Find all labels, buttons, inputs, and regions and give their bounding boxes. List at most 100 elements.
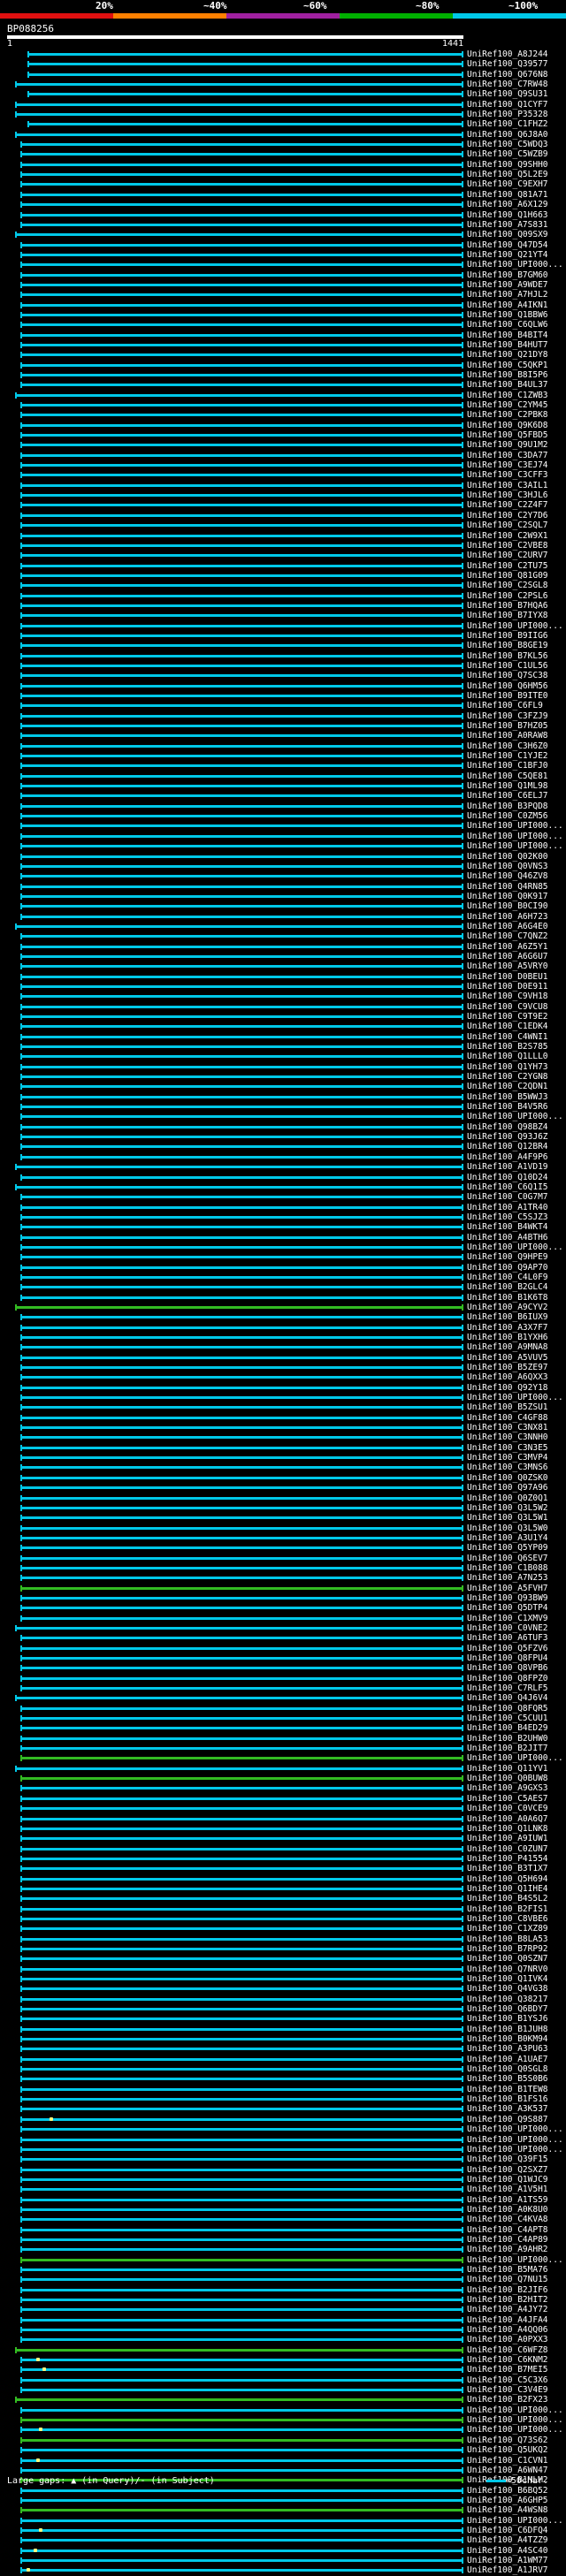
hit-row[interactable]: UniRef100_A9CYV2 xyxy=(0,1303,566,1312)
hit-row[interactable]: UniRef100_C3MNS6 xyxy=(0,1463,566,1472)
hit-label[interactable]: UniRef100_B8GE19 xyxy=(467,641,548,650)
hit-label[interactable]: UniRef100_C2QDN1 xyxy=(467,1082,548,1091)
hit-label[interactable]: UniRef100_B9IIG6 xyxy=(467,631,548,641)
hit-row[interactable]: UniRef100_C2PBK8 xyxy=(0,410,566,420)
hit-row[interactable]: UniRef100_Q93J6Z xyxy=(0,1132,566,1142)
hit-label[interactable]: UniRef100_Q7NRV0 xyxy=(467,1964,548,1974)
hit-row[interactable]: UniRef100_C0VNE2 xyxy=(0,1623,566,1633)
hit-row[interactable]: UniRef100_Q1CYF7 xyxy=(0,100,566,110)
hit-label[interactable]: UniRef100_A5FVH7 xyxy=(467,1584,548,1593)
hit-label[interactable]: UniRef100_C3MVP4 xyxy=(467,1453,548,1463)
hit-label[interactable]: UniRef100_C0VNE2 xyxy=(467,1623,548,1633)
hit-row[interactable]: UniRef100_B7MEI5 xyxy=(0,2365,566,2375)
hit-row[interactable]: UniRef100_Q97A96 xyxy=(0,1483,566,1493)
hit-row[interactable]: UniRef100_UPI000... xyxy=(0,2135,566,2145)
hit-row[interactable]: UniRef100_B9ITE0 xyxy=(0,691,566,701)
hit-label[interactable]: UniRef100_C3FZJ9 xyxy=(467,711,548,721)
hit-row[interactable]: UniRef100_UPI000... xyxy=(0,2425,566,2435)
hit-label[interactable]: UniRef100_B2JIT7 xyxy=(467,1744,548,1753)
hit-label[interactable]: UniRef100_Q0SGL8 xyxy=(467,2064,548,2074)
hit-label[interactable]: UniRef100_Q3L5W0 xyxy=(467,1524,548,1533)
hit-row[interactable]: UniRef100_B5ZSU1 xyxy=(0,1402,566,1412)
hit-row[interactable]: UniRef100_C0G7M7 xyxy=(0,1192,566,1202)
hit-row[interactable]: UniRef100_C1FHZ2 xyxy=(0,119,566,129)
hit-row[interactable]: UniRef100_Q6SEV7 xyxy=(0,1554,566,1563)
hit-label[interactable]: UniRef100_A1TR40 xyxy=(467,1203,548,1212)
hit-label[interactable]: UniRef100_A9CYV2 xyxy=(467,1303,548,1312)
hit-label[interactable]: UniRef100_B3PQD8 xyxy=(467,802,548,811)
hit-label[interactable]: UniRef100_UPI000... xyxy=(467,621,563,631)
hit-row[interactable]: UniRef100_Q2SXZ7 xyxy=(0,2165,566,2175)
hit-row[interactable]: UniRef100_UPI000... xyxy=(0,832,566,841)
hit-label[interactable]: UniRef100_Q5FZV6 xyxy=(467,1644,548,1653)
hit-label[interactable]: UniRef100_C4APT8 xyxy=(467,2225,548,2235)
hit-row[interactable]: UniRef100_B1TEW8 xyxy=(0,2085,566,2094)
hit-label[interactable]: UniRef100_Q0BUW8 xyxy=(467,1774,548,1783)
hit-label[interactable]: UniRef100_Q9U1M2 xyxy=(467,440,548,450)
hit-label[interactable]: UniRef100_B4BIT4 xyxy=(467,331,548,340)
hit-label[interactable]: UniRef100_Q9SHH0 xyxy=(467,160,548,170)
hit-row[interactable]: UniRef100_Q0VNS3 xyxy=(0,862,566,871)
hit-label[interactable]: UniRef100_Q38217 xyxy=(467,1995,548,2004)
hit-row[interactable]: UniRef100_B2FX23 xyxy=(0,2395,566,2405)
hit-row[interactable]: UniRef100_Q9K6D8 xyxy=(0,421,566,430)
hit-row[interactable]: UniRef100_A4TZZ9 xyxy=(0,2535,566,2545)
hit-label[interactable]: UniRef100_B5WWJ3 xyxy=(467,1092,548,1102)
hit-row[interactable]: UniRef100_C2URV7 xyxy=(0,551,566,560)
hit-row[interactable]: UniRef100_B7RP92 xyxy=(0,1944,566,1954)
hit-row[interactable]: UniRef100_A6Z5Y1 xyxy=(0,942,566,952)
hit-row[interactable]: UniRef100_Q6HM56 xyxy=(0,681,566,691)
hit-label[interactable]: UniRef100_A0A6Q7 xyxy=(467,1814,548,1824)
hit-row[interactable]: UniRef100_B0KM94 xyxy=(0,2034,566,2044)
hit-label[interactable]: UniRef100_A1UAE7 xyxy=(467,2055,548,2064)
hit-row[interactable]: UniRef100_Q9AP70 xyxy=(0,1263,566,1273)
hit-label[interactable]: UniRef100_C5QE81 xyxy=(467,771,548,781)
hit-row[interactable]: UniRef100_A4WSN8 xyxy=(0,2505,566,2515)
hit-row[interactable]: UniRef100_A4QQ06 xyxy=(0,2325,566,2335)
hit-row[interactable]: UniRef100_Q9U1M2 xyxy=(0,440,566,450)
hit-row[interactable]: UniRef100_C3N3E5 xyxy=(0,1443,566,1453)
hit-row[interactable]: UniRef100_A4IKN1 xyxy=(0,300,566,310)
hit-row[interactable]: UniRef100_Q1YH73 xyxy=(0,1062,566,1072)
hit-row[interactable]: UniRef100_C2YM45 xyxy=(0,400,566,410)
hit-label[interactable]: UniRef100_C5WZB9 xyxy=(467,149,548,159)
hit-row[interactable]: UniRef100_C3NX81 xyxy=(0,1423,566,1432)
hit-row[interactable]: UniRef100_B4S5L2 xyxy=(0,1894,566,1904)
hit-label[interactable]: UniRef100_C9EXH7 xyxy=(467,179,548,189)
hit-row[interactable]: UniRef100_C1XMV9 xyxy=(0,1614,566,1623)
hit-label[interactable]: UniRef100_C5AES7 xyxy=(467,1794,548,1804)
hit-label[interactable]: UniRef100_UPI000... xyxy=(467,841,563,851)
hit-label[interactable]: UniRef100_Q02K00 xyxy=(467,852,548,862)
hit-row[interactable]: UniRef100_C4APT8 xyxy=(0,2225,566,2235)
hit-label[interactable]: UniRef100_C6KNM2 xyxy=(467,2355,548,2365)
hit-row[interactable]: UniRef100_C6ELJ7 xyxy=(0,791,566,801)
hit-label[interactable]: UniRef100_B5S0B6 xyxy=(467,2074,548,2084)
hit-label[interactable]: UniRef100_B2FX23 xyxy=(467,2395,548,2405)
hit-label[interactable]: UniRef100_A7HJL2 xyxy=(467,290,548,300)
hit-row[interactable]: UniRef100_A5VRY0 xyxy=(0,961,566,971)
hit-label[interactable]: UniRef100_B4UL37 xyxy=(467,380,548,390)
hit-row[interactable]: UniRef100_B7HZ05 xyxy=(0,721,566,731)
hit-row[interactable]: UniRef100_B1FS16 xyxy=(0,2094,566,2104)
hit-row[interactable]: UniRef100_A1TR40 xyxy=(0,1203,566,1212)
hit-label[interactable]: UniRef100_B6BQ52 xyxy=(467,2486,548,2496)
hit-label[interactable]: UniRef100_Q93BW9 xyxy=(467,1593,548,1603)
hit-label[interactable]: UniRef100_Q8FQR5 xyxy=(467,1704,548,1714)
hit-label[interactable]: UniRef100_Q1BBW6 xyxy=(467,310,548,320)
hit-row[interactable]: UniRef100_C0ZM56 xyxy=(0,811,566,821)
hit-label[interactable]: UniRef100_B4ED29 xyxy=(467,1723,548,1733)
hit-label[interactable]: UniRef100_C1ZWB3 xyxy=(467,391,548,400)
hit-row[interactable]: UniRef100_C6QLW6 xyxy=(0,320,566,330)
hit-label[interactable]: UniRef100_UPI000... xyxy=(467,260,563,270)
hit-row[interactable]: UniRef100_C1BFJ0 xyxy=(0,761,566,771)
hit-row[interactable]: UniRef100_Q1IHE4 xyxy=(0,1884,566,1894)
hit-row[interactable]: UniRef100_A4F9P6 xyxy=(0,1152,566,1162)
hit-row[interactable]: UniRef100_Q9SU31 xyxy=(0,89,566,99)
hit-row[interactable]: UniRef100_Q9HPE9 xyxy=(0,1252,566,1262)
hit-row[interactable]: UniRef100_C2QDN1 xyxy=(0,1082,566,1091)
hit-label[interactable]: UniRef100_B9ITE0 xyxy=(467,691,548,701)
hit-label[interactable]: UniRef100_B4HUT7 xyxy=(467,340,548,350)
hit-label[interactable]: UniRef100_C8VBE6 xyxy=(467,1914,548,1924)
hit-row[interactable]: UniRef100_Q0SZN7 xyxy=(0,1954,566,1964)
hit-row[interactable]: UniRef100_Q9SHH0 xyxy=(0,160,566,170)
